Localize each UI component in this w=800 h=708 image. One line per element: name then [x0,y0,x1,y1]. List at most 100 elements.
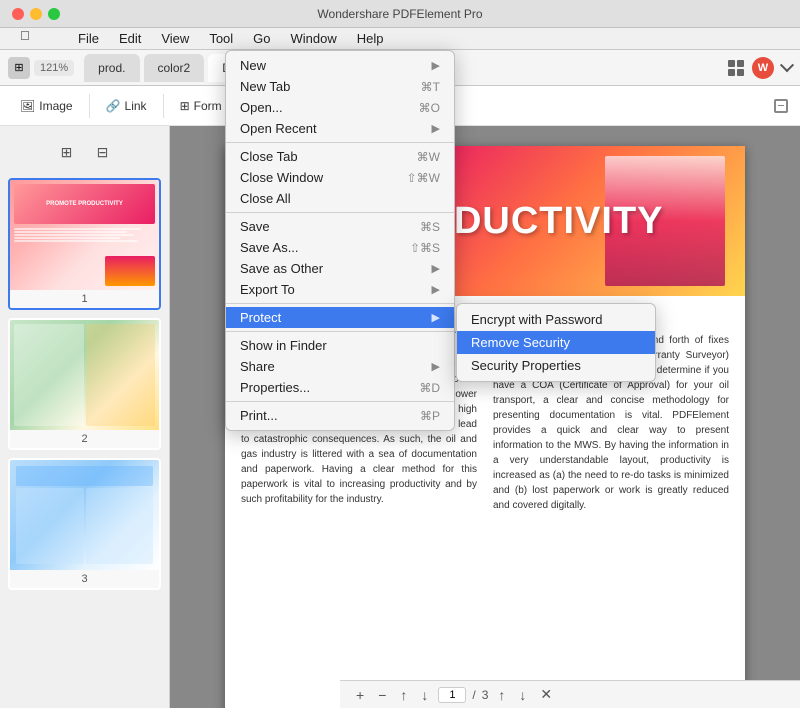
tab-prod[interactable]: prod. [84,54,139,82]
expand-icon[interactable] [780,58,794,72]
menu-open-label: Open... [240,100,419,115]
menu-share-label: Share [240,359,432,374]
thumbnail-page-3[interactable]: 3 [8,458,161,590]
menu-share[interactable]: Share ▶ [226,356,454,377]
menu-close-tab[interactable]: Close Tab ⌘W [226,146,454,167]
submenu-remove-security-label: Remove Security [471,335,570,350]
menu-view[interactable]: View [153,29,197,48]
menu-file[interactable]: File [70,29,107,48]
close-button[interactable] [12,8,24,20]
remove-page-btn[interactable]: − [374,687,390,703]
menu-export-arrow: ▶ [432,283,440,296]
menu-new-tab-label: New Tab [240,79,421,94]
menu-save-other[interactable]: Save as Other ▶ [226,258,454,279]
sidebar-controls: ⊞ ⊟ [8,134,161,170]
protect-submenu: Encrypt with Password Remove Security Se… [456,303,656,382]
menu-protect[interactable]: Protect ▶ Encrypt with Password Remove S… [226,307,454,328]
menu-edit[interactable]: Edit [111,29,149,48]
submenu-encrypt[interactable]: Encrypt with Password [457,308,655,331]
menu-close-tab-label: Close Tab [240,149,417,164]
menu-open-recent[interactable]: Open Recent ▶ [226,118,454,139]
user-avatar[interactable]: W [752,57,774,79]
sidebar-icon-2[interactable]: ⊟ [89,138,117,166]
image-button[interactable]: 🖼 Image [12,95,81,117]
sep-3 [226,303,454,304]
apple-menu[interactable]:  [20,28,30,43]
menu-tool[interactable]: Tool [201,29,241,48]
next-page-btn[interactable]: ↓ [515,687,530,703]
menu-save-other-label: Save as Other [240,261,432,276]
menu-open[interactable]: Open... ⌘O [226,97,454,118]
menu-save-as[interactable]: Save As... ⇧⌘S [226,237,454,258]
tab-color2[interactable]: color2 [144,54,205,82]
titlebar: Wondershare PDFElement Pro [0,0,800,28]
thumb-1-title: PROMOTE PRODUCTIVITY [46,201,123,207]
page-separator: / [472,688,475,702]
traffic-lights [12,8,60,20]
menu-new[interactable]: New ▶ [226,55,454,76]
app-title: Wondershare PDFElement Pro [317,7,482,21]
sidebar-icon-1[interactable]: ⊞ [53,138,81,166]
link-icon: 🔗 [106,99,121,113]
submenu-encrypt-label: Encrypt with Password [471,312,603,327]
menu-properties[interactable]: Properties... ⌘D [226,377,454,398]
scroll-down-btn[interactable]: ↓ [417,687,432,703]
submenu-security-props[interactable]: Security Properties [457,354,655,377]
sep-4 [226,331,454,332]
expand-panel-btn[interactable] [774,99,788,113]
maximize-button[interactable] [48,8,60,20]
menu-help[interactable]: Help [349,29,392,48]
menu-open-shortcut: ⌘O [419,101,440,115]
page-number-input[interactable] [438,687,466,703]
link-button[interactable]: 🔗 Link [98,95,155,117]
layout-icon[interactable]: ⊞ [8,57,30,79]
submenu-remove-security[interactable]: Remove Security [457,331,655,354]
menu-close-window[interactable]: Close Window ⇧⌘W [226,167,454,188]
menu-export-to[interactable]: Export To ▶ [226,279,454,300]
thumbnail-page-2[interactable]: 2 [8,318,161,450]
bottom-bar: + − ↑ ↓ / 3 ↑ ↓ ✕ [340,680,800,708]
thumb-3-num: 3 [10,570,159,588]
menu-save[interactable]: Save ⌘S [226,216,454,237]
close-bottom-btn[interactable]: ✕ [536,686,556,703]
menu-new-tab[interactable]: New Tab ⌘T [226,76,454,97]
grid-view-icon[interactable] [728,60,744,76]
toolbar-divider-2 [163,94,164,118]
sep-2 [226,212,454,213]
menu-print[interactable]: Print... ⌘P [226,405,454,426]
thumb-img-3 [10,460,159,570]
menu-show-finder-label: Show in Finder [240,338,440,353]
scroll-top-btn[interactable]: ↑ [396,687,411,703]
menu-save-shortcut: ⌘S [420,220,440,234]
menu-protect-arrow: ▶ [432,311,440,324]
thumb-img-2 [10,320,159,430]
total-pages: 3 [482,688,489,702]
menu-share-arrow: ▶ [432,360,440,373]
thumb-2-num: 2 [10,430,159,448]
menu-export-label: Export To [240,282,432,297]
tab-color2-label: color2 [158,61,191,75]
add-page-btn[interactable]: + [352,687,368,703]
thumbnail-page-1[interactable]: PROMOTE PRODUCTIVITY 1 [8,178,161,310]
form-icon: ⊞ [180,99,190,113]
menu-close-tab-shortcut: ⌘W [417,150,440,164]
menu-protect-label: Protect [240,310,432,325]
menu-show-finder[interactable]: Show in Finder [226,335,454,356]
menu-print-label: Print... [240,408,420,423]
menu-close-all-label: Close All [240,191,440,206]
minimize-button[interactable] [30,8,42,20]
image-icon: 🖼 [20,99,35,113]
submenu-security-props-label: Security Properties [471,358,581,373]
form-button[interactable]: ⊞ Form [172,95,230,117]
menu-save-as-shortcut: ⇧⌘S [410,241,440,255]
file-dropdown-menu: New ▶ New Tab ⌘T Open... ⌘O Open Recent … [225,50,455,431]
menu-go[interactable]: Go [245,29,278,48]
toolbar-divider-1 [89,94,90,118]
sidebar: ⊞ ⊟ PROMOTE PRODUCTIVITY [0,126,170,708]
menu-new-arrow: ▶ [432,59,440,72]
menu-save-other-arrow: ▶ [432,262,440,275]
zoom-level[interactable]: 121% [34,60,74,76]
menu-close-all[interactable]: Close All [226,188,454,209]
menu-window[interactable]: Window [283,29,345,48]
prev-page-btn[interactable]: ↑ [494,687,509,703]
